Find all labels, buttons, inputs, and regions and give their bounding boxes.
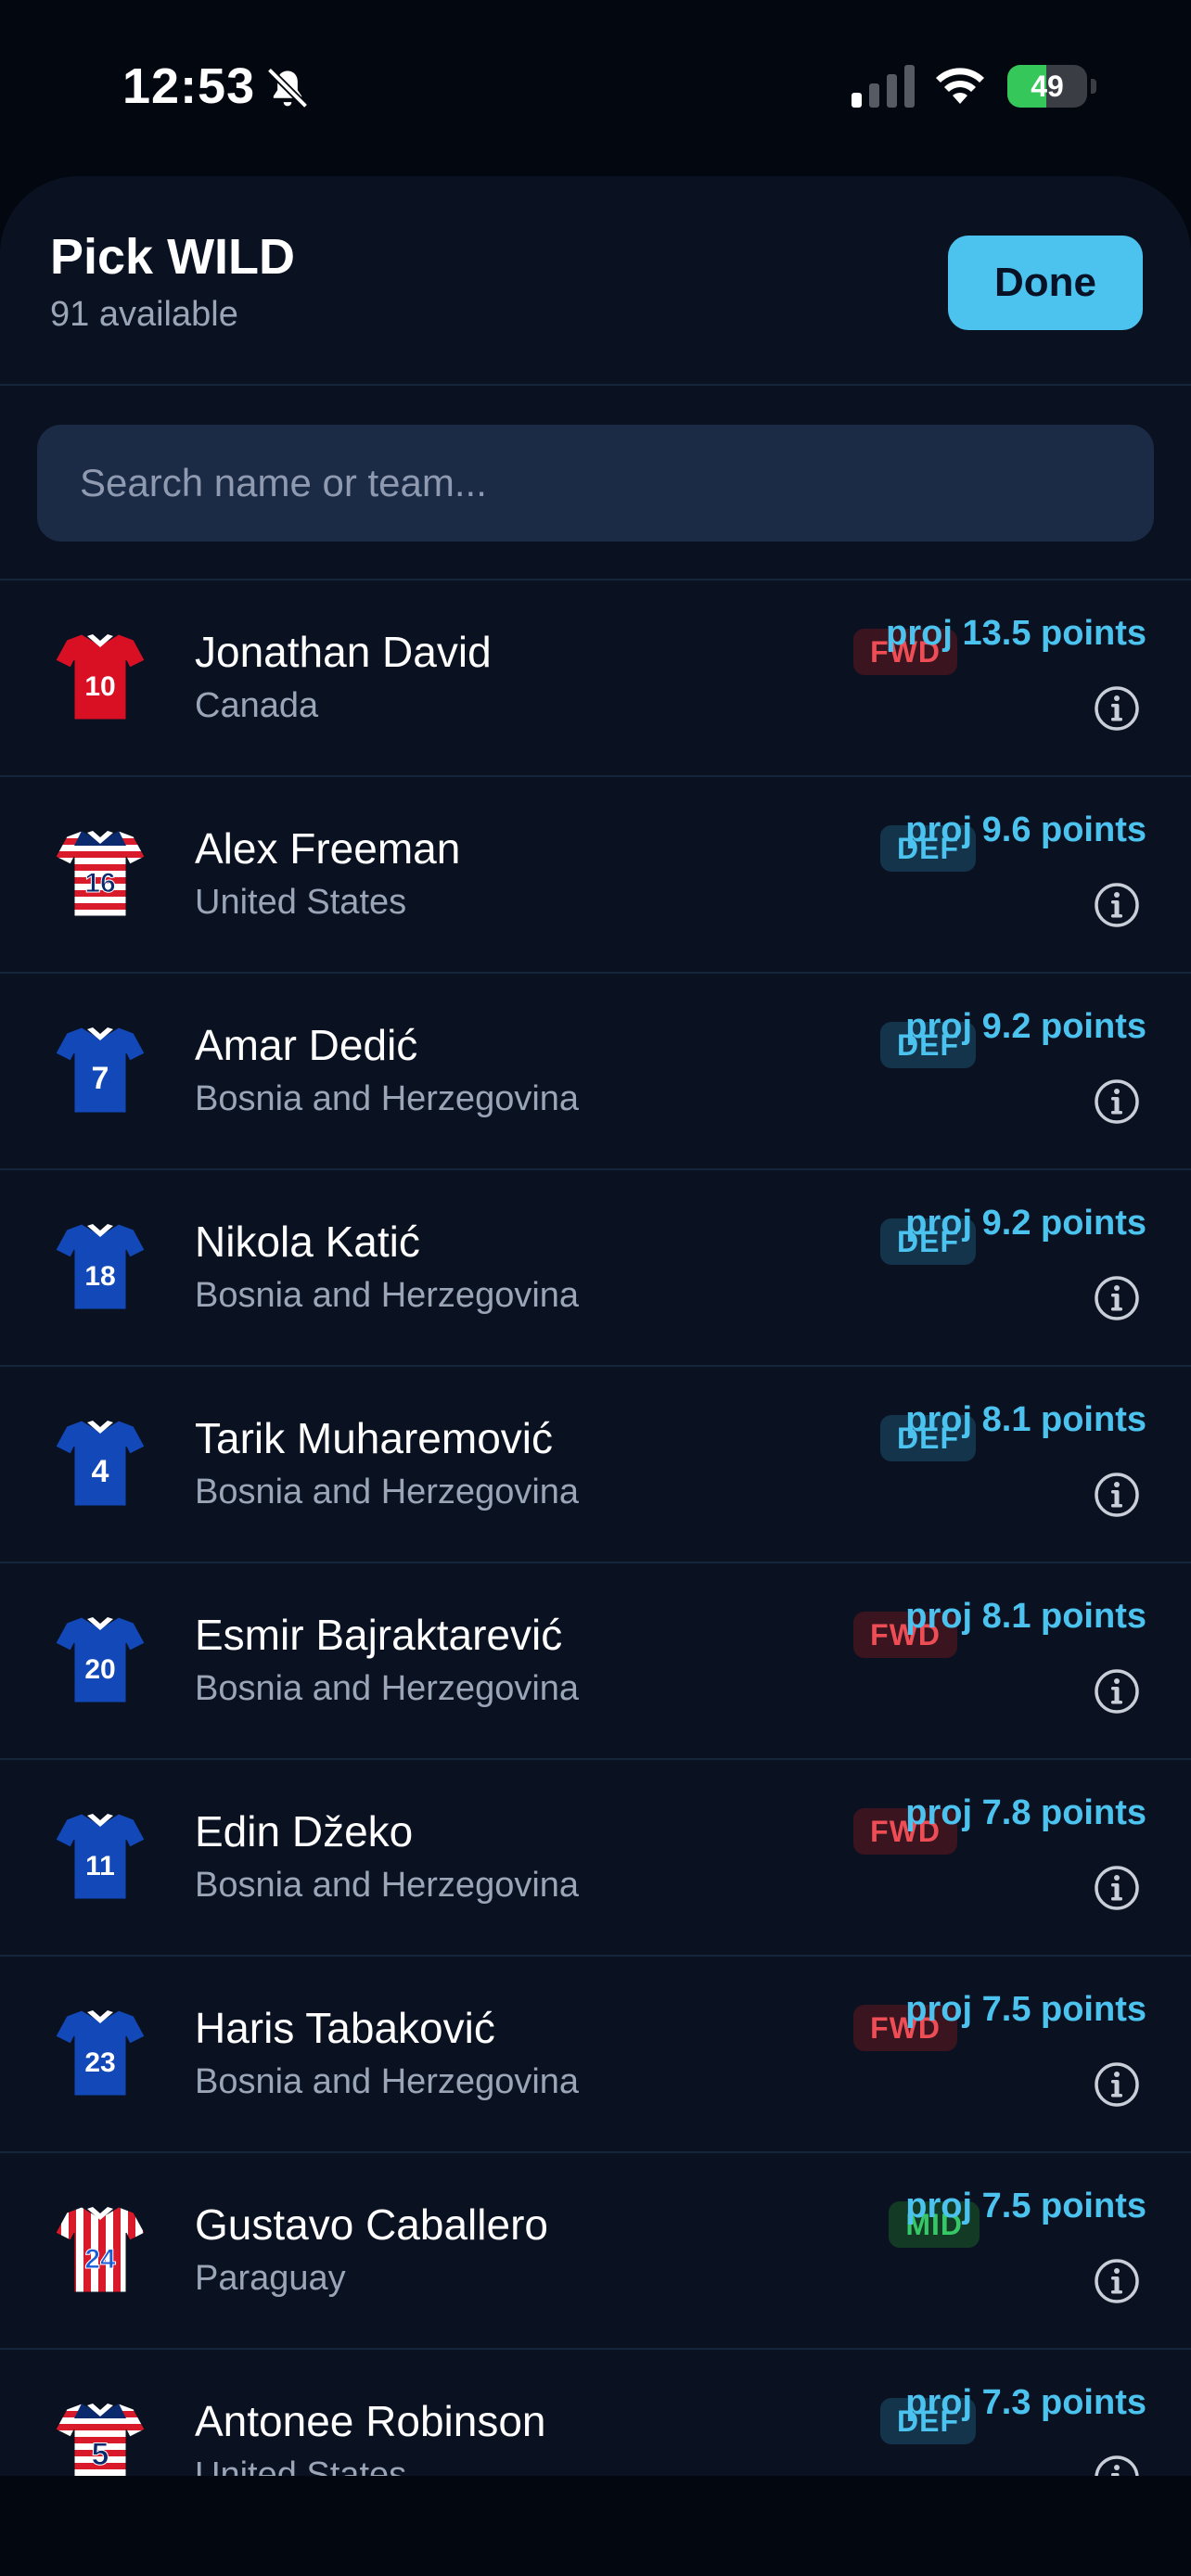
jersey-icon: 24 xyxy=(55,2206,146,2293)
projected-points: proj 7.5 points xyxy=(905,2187,1146,2225)
player-row[interactable]: 18 Nikola Katić Bosnia and Herzegovina DEF p… xyxy=(0,1170,1191,1367)
jersey-icon: 20 xyxy=(55,1616,146,1703)
player-row[interactable]: 5 Antonee Robinson United States DEF proj 7.… xyxy=(0,2350,1191,2476)
search-input[interactable] xyxy=(80,425,1111,542)
player-name: Antonee Robinson xyxy=(195,2397,546,2445)
player-row[interactable]: 4 Tarik Muharemović Bosnia and Herzegovina… xyxy=(0,1367,1191,1563)
projected-points: proj 7.8 points xyxy=(905,1793,1146,1832)
info-icon[interactable] xyxy=(1093,1078,1141,1126)
player-name: Gustavo Caballero xyxy=(195,2200,548,2249)
jersey-icon: 5 xyxy=(55,2403,146,2476)
svg-text:24: 24 xyxy=(84,2244,116,2275)
info-icon[interactable] xyxy=(1093,2454,1141,2476)
info-icon[interactable] xyxy=(1093,684,1141,733)
jersey-icon: 18 xyxy=(55,1223,146,1310)
status-bar: 12:53 49 xyxy=(0,0,1191,176)
player-name: Amar Dedić xyxy=(195,1021,418,1069)
player-country: Canada xyxy=(195,686,319,725)
svg-text:5: 5 xyxy=(92,2437,109,2472)
projected-points: proj 9.2 points xyxy=(905,1007,1146,1046)
cellular-signal-icon xyxy=(852,65,915,108)
sheet-title: Pick WILD xyxy=(50,229,296,285)
svg-text:4: 4 xyxy=(92,1454,109,1489)
svg-text:7: 7 xyxy=(92,1061,109,1096)
projected-points: proj 13.5 points xyxy=(886,614,1146,653)
battery-percent: 49 xyxy=(1031,70,1064,103)
svg-text:10: 10 xyxy=(84,671,115,702)
svg-text:16: 16 xyxy=(84,868,115,899)
player-name: Nikola Katić xyxy=(195,1218,420,1266)
player-country: Bosnia and Herzegovina xyxy=(195,1669,580,1708)
pick-sheet: Pick WILD 91 available Done 10 Jonathan D… xyxy=(0,176,1191,2476)
player-row[interactable]: 23 Haris Tabaković Bosnia and Herzegovina F… xyxy=(0,1957,1191,2153)
svg-text:23: 23 xyxy=(84,2047,115,2078)
bell-slash-icon xyxy=(266,67,309,109)
projected-points: proj 7.5 points xyxy=(905,1990,1146,2029)
jersey-icon: 7 xyxy=(55,1027,146,1114)
player-country: United States xyxy=(195,2455,407,2476)
jersey-icon: 23 xyxy=(55,2009,146,2097)
jersey-icon: 11 xyxy=(55,1813,146,1900)
player-country: Bosnia and Herzegovina xyxy=(195,1473,580,1511)
svg-text:20: 20 xyxy=(84,1654,115,1685)
jersey-icon: 10 xyxy=(55,633,146,721)
player-country: United States xyxy=(195,883,407,922)
player-name: Jonathan David xyxy=(195,628,492,676)
player-list: 10 Jonathan David Canada FWD proj 13.5 point… xyxy=(0,580,1191,2476)
done-button[interactable]: Done xyxy=(948,236,1143,330)
player-row[interactable]: 24 Gustavo Caballero Paraguay MID proj 7.5 p… xyxy=(0,2153,1191,2350)
projected-points: proj 7.3 points xyxy=(905,2383,1146,2422)
info-icon[interactable] xyxy=(1093,1274,1141,1322)
info-icon[interactable] xyxy=(1093,2060,1141,2109)
jersey-icon: 4 xyxy=(55,1420,146,1507)
projected-points: proj 9.6 points xyxy=(905,810,1146,849)
player-row[interactable]: 16 Alex Freeman United States DEF proj 9.6 p… xyxy=(0,777,1191,974)
available-count: 91 available xyxy=(50,295,238,334)
svg-text:18: 18 xyxy=(84,1261,115,1292)
home-indicator-area xyxy=(0,2476,1191,2576)
player-country: Paraguay xyxy=(195,2259,346,2298)
player-country: Bosnia and Herzegovina xyxy=(195,1079,580,1118)
wifi-icon xyxy=(936,68,984,104)
player-row[interactable]: 7 Amar Dedić Bosnia and Herzegovina DEF proj… xyxy=(0,974,1191,1170)
projected-points: proj 8.1 points xyxy=(905,1597,1146,1636)
player-country: Bosnia and Herzegovina xyxy=(195,2062,580,2101)
player-country: Bosnia and Herzegovina xyxy=(195,1866,580,1905)
player-name: Edin Džeko xyxy=(195,1807,414,1855)
projected-points: proj 8.1 points xyxy=(905,1400,1146,1439)
player-name: Haris Tabaković xyxy=(195,2004,495,2052)
info-icon[interactable] xyxy=(1093,1471,1141,1519)
info-icon[interactable] xyxy=(1093,2257,1141,2305)
player-name: Alex Freeman xyxy=(195,824,461,873)
search-field xyxy=(37,425,1154,542)
player-country: Bosnia and Herzegovina xyxy=(195,1276,580,1315)
player-row[interactable]: 20 Esmir Bajraktarević Bosnia and Herzegov… xyxy=(0,1563,1191,1760)
status-time: 12:53 xyxy=(122,58,256,114)
projected-points: proj 9.2 points xyxy=(905,1204,1146,1243)
sheet-header: Pick WILD 91 available Done xyxy=(0,176,1191,386)
player-name: Tarik Muharemović xyxy=(195,1414,553,1462)
battery-icon: 49 xyxy=(1007,65,1096,108)
player-row[interactable]: 10 Jonathan David Canada FWD proj 13.5 point… xyxy=(0,580,1191,777)
player-row[interactable]: 11 Edin Džeko Bosnia and Herzegovina FWD pro… xyxy=(0,1760,1191,1957)
info-icon[interactable] xyxy=(1093,1864,1141,1912)
info-icon[interactable] xyxy=(1093,1667,1141,1715)
jersey-icon: 16 xyxy=(55,830,146,917)
player-name: Esmir Bajraktarević xyxy=(195,1611,563,1659)
svg-text:11: 11 xyxy=(85,1851,115,1881)
info-icon[interactable] xyxy=(1093,881,1141,929)
